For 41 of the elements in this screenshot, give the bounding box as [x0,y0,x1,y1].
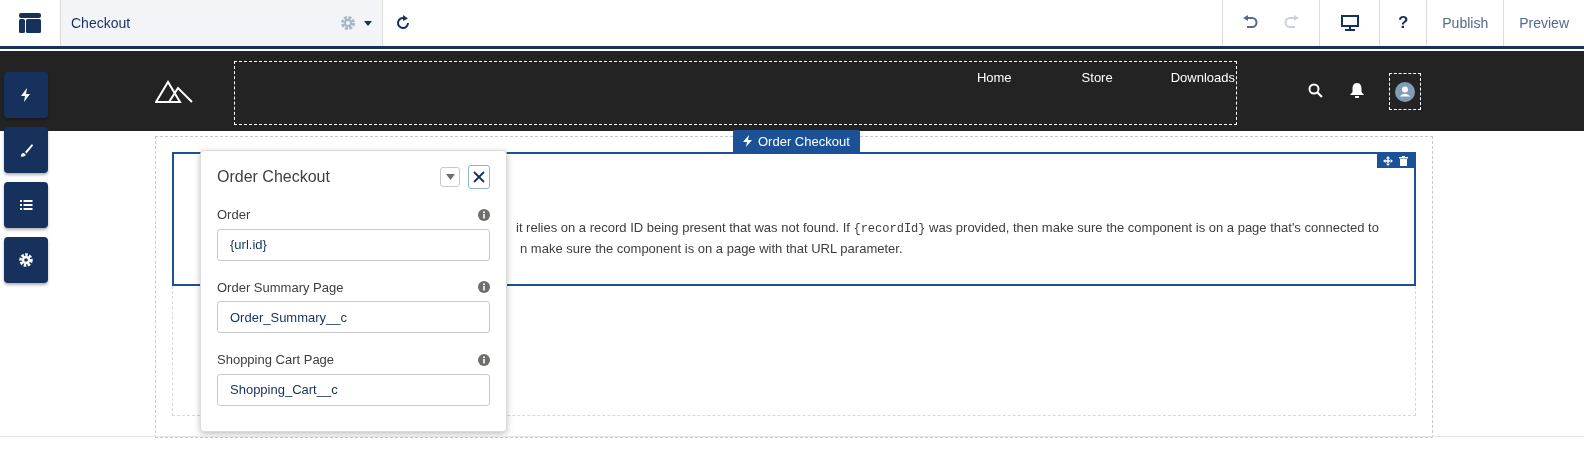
close-button[interactable] [468,165,490,189]
message-text: n make sure the component is on a page with that URL parameter. [519,240,904,258]
caret-icon [364,20,372,26]
field-label: Shopping Cart Page [217,351,336,369]
field-label: Order Summary Page [217,278,345,297]
user-icon [1395,81,1415,102]
page-name: Checkout [71,13,132,33]
dropdown-button[interactable] [440,167,460,187]
info-icon[interactable] [478,281,490,294]
help-button[interactable]: ? [1379,0,1427,46]
message-text: it relies on a record ID being present that was not found. If {recordId} was provided, then make sure the component is on a page that's connected to [516,219,1380,238]
gear-icon [340,15,356,31]
sidebar-button[interactable] [4,237,48,283]
info-icon[interactable] [478,353,490,366]
toolbar-button[interactable]: Preview [1503,0,1584,46]
lightning-icon [19,88,33,102]
avatar-button[interactable] [1389,73,1421,110]
field-label: Order [217,206,252,224]
input-field[interactable]: Order_Summary__c [217,301,490,333]
panel-title: Order Checkout [217,167,331,187]
nav-link[interactable]: Home [976,68,1012,86]
move-icon[interactable] [1383,156,1393,166]
caret-icon [445,174,455,180]
component-tag-label: Order Checkout [758,134,850,149]
search-icon[interactable] [1308,83,1323,98]
brush-icon [19,143,33,157]
input-field[interactable]: {url.id} [217,228,490,261]
mountain-logo [155,79,193,103]
info-icon[interactable] [478,208,490,221]
gear-icon [19,253,33,267]
toolbar-button[interactable]: Publish [1426,0,1504,46]
sidebar-button[interactable] [4,182,48,228]
bell-icon[interactable] [1349,82,1365,99]
lightning-icon [743,135,752,147]
nav-link[interactable]: Store [1081,68,1113,86]
trash-icon[interactable] [1399,156,1408,166]
input-field[interactable]: Shopping_Cart__c [217,373,490,406]
nav-link[interactable]: Downloads [1170,68,1235,86]
close-icon [473,171,485,183]
list-icon [19,198,33,212]
page-selector[interactable]: Checkout [60,0,383,46]
